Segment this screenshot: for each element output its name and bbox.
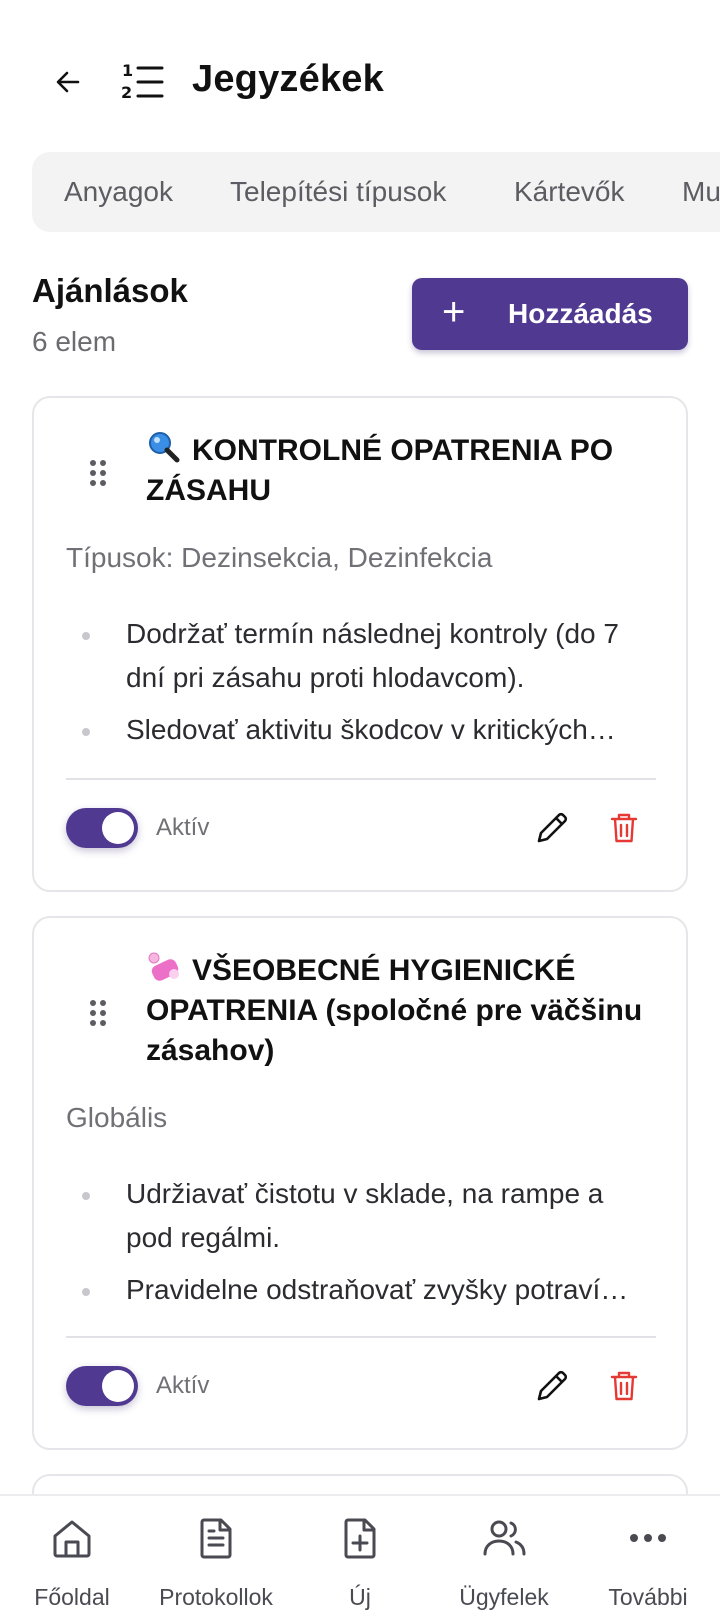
nav-label: Protokollok (159, 1584, 273, 1610)
tab-mu[interactable]: Mu (682, 176, 720, 208)
delete-button[interactable] (602, 806, 646, 850)
page-title: Jegyzékek (192, 58, 384, 100)
users-icon (483, 1520, 526, 1556)
pencil-icon (537, 1370, 568, 1401)
document-icon (200, 1518, 232, 1559)
nav-label: Ügyfelek (459, 1584, 549, 1610)
more-dots-icon (630, 1534, 666, 1542)
home-icon (53, 1520, 91, 1558)
bullet-list: Udržiavať čistotu v sklade, na rampe a p… (66, 1172, 656, 1312)
recommendation-card: KONTROLNÉ OPATRENIA PO ZÁSAHU Típusok: D… (32, 396, 688, 892)
card-title-text: VŠEOBECNÉ HYGIENICKÉ OPATRENIA (spoločné… (146, 954, 643, 1067)
nav-new[interactable]: Új (288, 1496, 432, 1624)
nav-home[interactable]: Főoldal (0, 1496, 144, 1624)
active-toggle[interactable] (66, 1366, 138, 1406)
edit-button[interactable] (530, 806, 574, 850)
toggle-label: Aktív (156, 814, 210, 841)
card-title: KONTROLNÉ OPATRENIA PO ZÁSAHU (146, 430, 666, 511)
delete-button[interactable] (602, 1364, 646, 1408)
pencil-icon (537, 812, 568, 843)
card-subtitle: Típusok: Dezinsekcia, Dezinfekcia (66, 542, 493, 573)
recommendation-card: VŠEOBECNÉ HYGIENICKÉ OPATRENIA (spoločné… (32, 916, 688, 1450)
nav-label: Főoldal (34, 1584, 110, 1610)
nav-label: Új (349, 1584, 371, 1610)
magnifier-icon (149, 432, 180, 463)
edit-button[interactable] (530, 1364, 574, 1408)
nav-protocols[interactable]: Protokollok (144, 1496, 288, 1624)
list-item: Dodržať termín následnej kontroly (do 7 … (66, 612, 656, 700)
arrow-left-icon (56, 71, 80, 93)
trash-icon (610, 1371, 638, 1401)
numbered-list-icon: 1 2 (120, 60, 168, 104)
list-item: Udržiavať čistotu v sklade, na rampe a p… (66, 1172, 656, 1260)
list-item: Pravidelne odstraňovať zvyšky potraví… (66, 1268, 656, 1312)
bottom-navigation: Főoldal Protokollok Új Ügyfelek További (0, 1494, 720, 1624)
tab-kartevok[interactable]: Kártevők (514, 176, 625, 208)
toggle-label: Aktív (156, 1372, 210, 1399)
list-item: Sledovať aktivitu škodcov v kritických… (66, 708, 656, 752)
add-button[interactable]: + Hozzáadás (412, 278, 688, 350)
nav-more[interactable]: További (576, 1496, 720, 1624)
drag-handle-icon[interactable] (90, 460, 108, 490)
card-subtitle: Globális (66, 1102, 168, 1133)
section-title: Ajánlások (32, 272, 188, 309)
add-button-label: Hozzáadás (508, 298, 653, 329)
divider (66, 1336, 656, 1338)
divider (66, 778, 656, 780)
add-document-icon (344, 1518, 376, 1559)
back-button[interactable] (46, 60, 90, 104)
trash-icon (610, 813, 638, 843)
tab-anyagok[interactable]: Anyagok (64, 176, 173, 208)
nav-label: További (608, 1584, 688, 1610)
svg-text:1: 1 (122, 61, 133, 80)
card-title: VŠEOBECNÉ HYGIENICKÉ OPATRENIA (spoločné… (146, 950, 666, 1071)
category-tabs[interactable]: Anyagok Telepítési típusok Kártevők Mu (32, 152, 720, 232)
top-bar: 1 2 Jegyzékek (0, 0, 720, 150)
tab-telepitesi-tipusok[interactable]: Telepítési típusok (230, 176, 446, 208)
item-count: 6 elem (32, 326, 117, 357)
nav-clients[interactable]: Ügyfelek (432, 1496, 576, 1624)
bullet-list: Dodržať termín následnej kontroly (do 7 … (66, 612, 656, 752)
drag-handle-icon[interactable] (90, 1000, 108, 1030)
card-title-text: KONTROLNÉ OPATRENIA PO ZÁSAHU (146, 434, 614, 507)
soap-icon (148, 952, 179, 981)
plus-icon: + (442, 290, 466, 334)
active-toggle[interactable] (66, 808, 138, 848)
svg-text:2: 2 (121, 83, 132, 102)
